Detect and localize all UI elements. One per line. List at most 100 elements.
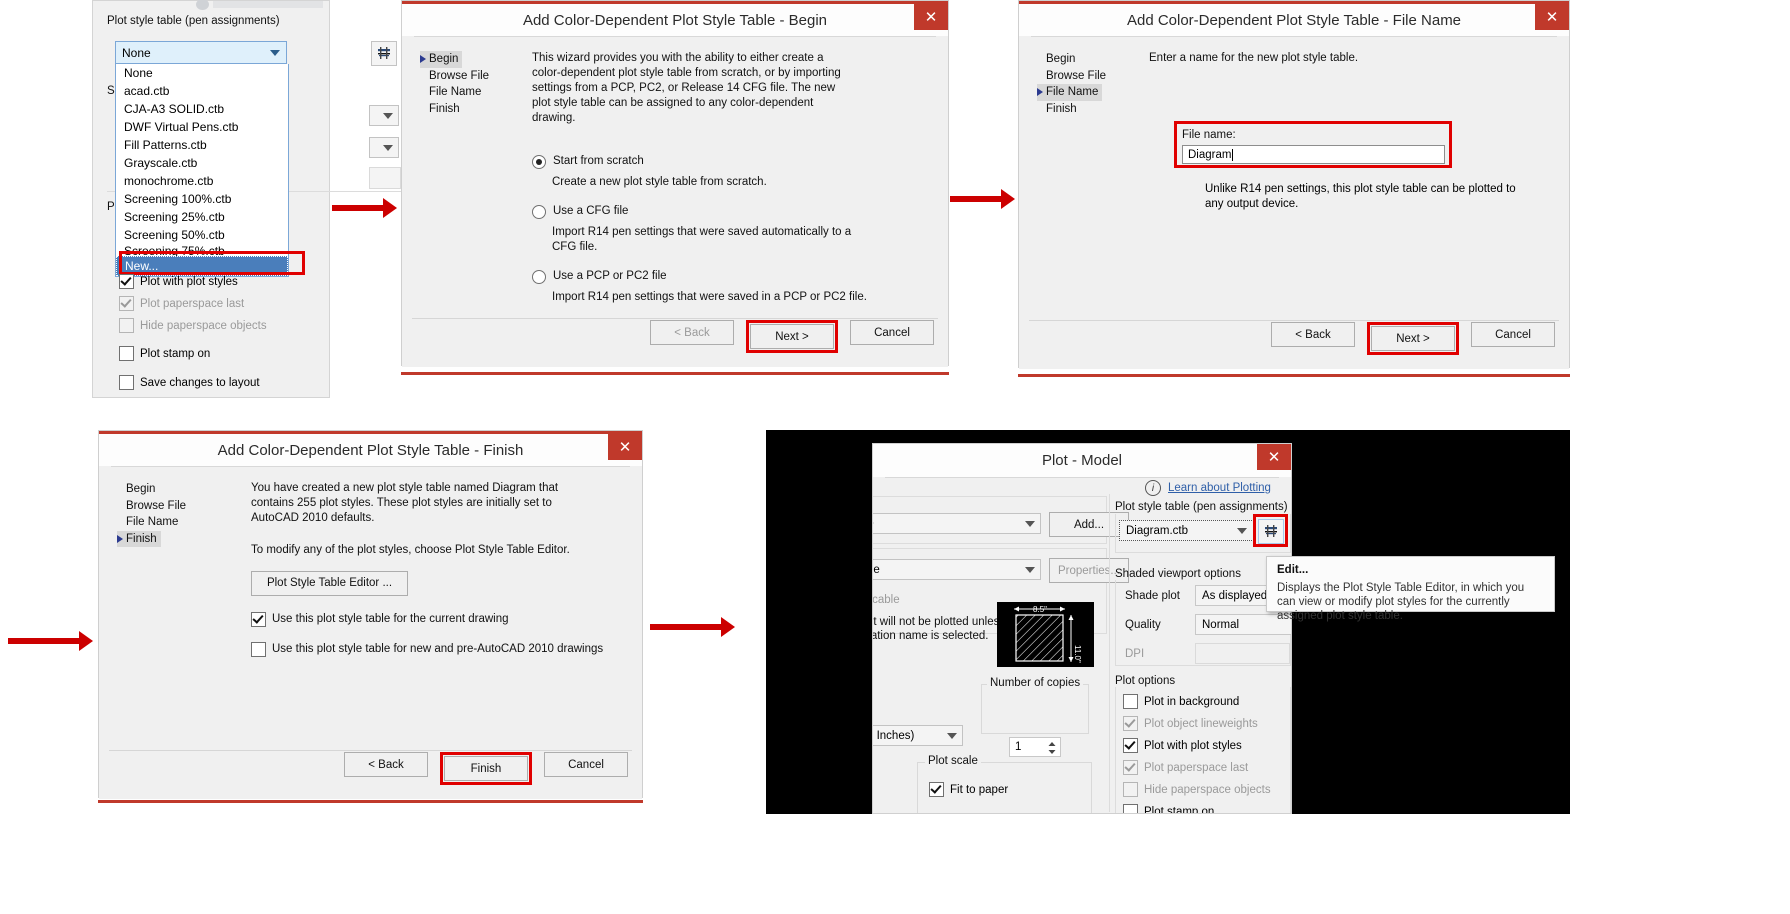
plot-object-lineweights-checkbox[interactable] — [1123, 716, 1138, 731]
next-button[interactable]: Next > — [1371, 326, 1455, 351]
save-changes-to-layout-checkbox[interactable] — [119, 375, 134, 390]
shaded-viewport-title: Shaded viewport options — [1115, 568, 1241, 580]
plot-style-table-value: Diagram.ctb — [1126, 524, 1188, 537]
cancel-button[interactable]: Cancel — [850, 320, 934, 345]
stepper-arrows-icon[interactable] — [1046, 739, 1058, 754]
chevron-down-icon — [1025, 520, 1035, 527]
checkbox-row[interactable]: Plot stamp on — [119, 346, 349, 361]
checkbox-row[interactable]: Plot with plot styles — [119, 274, 349, 289]
plot-in-background-checkbox[interactable] — [1123, 694, 1138, 709]
plot-style-table-combo[interactable]: Diagram.ctb — [1119, 520, 1254, 541]
copies-stepper[interactable]: 1 — [1009, 737, 1061, 757]
plot-style-editor-button[interactable] — [371, 41, 397, 66]
plot-style-option-list[interactable]: None acad.ctb CJA-A3 SOLID.ctb DWF Virtu… — [115, 64, 289, 277]
option-use-pcp-pc2-file[interactable]: Use a PCP or PC2 file — [532, 269, 930, 284]
wizard-step-begin[interactable]: Begin — [420, 51, 463, 68]
checkbox-label: Plot object lineweights — [1144, 717, 1258, 730]
plot-stamp-on-checkbox[interactable] — [119, 346, 134, 361]
plot-paperspace-last-checkbox[interactable] — [1123, 760, 1138, 775]
radio-use-cfg-file[interactable] — [532, 205, 546, 219]
list-item[interactable]: None — [116, 64, 288, 82]
cancel-button[interactable]: Cancel — [1471, 322, 1555, 347]
finish-button[interactable]: Finish — [444, 756, 528, 781]
checkbox-row[interactable]: Plot with plot styles — [1123, 738, 1291, 753]
checkbox-row[interactable]: Plot paperspace last — [119, 296, 349, 311]
wizard-step-browse-file[interactable]: Browse File — [420, 68, 530, 85]
wizard-step-finish[interactable]: Finish — [1037, 101, 1147, 118]
close-icon[interactable]: ✕ — [608, 434, 642, 460]
tooltip-body: Displays the Plot Style Table Editor, in… — [1277, 582, 1525, 622]
hide-paperspace-objects-checkbox[interactable] — [1123, 782, 1138, 797]
checkbox-row[interactable]: Hide paperspace objects — [1123, 782, 1291, 797]
list-item[interactable]: acad.ctb — [116, 82, 288, 100]
list-item[interactable]: Screening 75%.ctb — [116, 244, 288, 257]
option-use-cfg-file[interactable]: Use a CFG file — [532, 204, 930, 219]
file-name-label: File name: — [1182, 129, 1236, 141]
paper-size-combo[interactable]: 0 Inches) — [873, 725, 963, 746]
list-item[interactable]: CJA-A3 SOLID.ctb — [116, 100, 288, 118]
finish-button-highlight: Finish — [440, 752, 532, 785]
checkbox-row[interactable]: Hide paperspace objects — [119, 318, 349, 333]
checkbox-row-new-drawings[interactable]: Use this plot style table for new and pr… — [251, 642, 624, 657]
list-item[interactable]: Grayscale.ctb — [116, 154, 288, 172]
hide-paperspace-objects-checkbox[interactable] — [119, 318, 134, 333]
paper-combo[interactable]: ne — [873, 559, 1041, 580]
printer-combo[interactable]: > — [873, 513, 1041, 534]
fit-to-paper-checkbox[interactable] — [929, 782, 944, 797]
wizard-step-finish[interactable]: Finish — [420, 101, 530, 118]
checkbox-label: Plot stamp on — [1144, 805, 1215, 814]
cancel-button[interactable]: Cancel — [544, 752, 628, 777]
plot-paperspace-last-checkbox[interactable] — [119, 296, 134, 311]
option-start-from-scratch[interactable]: Start from scratch — [532, 154, 930, 169]
fit-to-paper-row[interactable]: Fit to paper — [929, 782, 1008, 797]
list-item[interactable]: monochrome.ctb — [116, 172, 288, 190]
list-item[interactable]: Screening 25%.ctb — [116, 208, 288, 226]
plot-with-plot-styles-checkbox[interactable] — [1123, 738, 1138, 753]
plot-stamp-on-checkbox[interactable] — [1123, 804, 1138, 813]
plot-with-plot-styles-checkbox[interactable] — [119, 274, 134, 289]
wizard-step-browse-file[interactable]: Browse File — [1037, 68, 1147, 85]
use-for-new-drawings-checkbox[interactable] — [251, 642, 266, 657]
quality-combo-stub[interactable] — [369, 137, 399, 158]
wizard-step-browse-file[interactable]: Browse File — [117, 498, 227, 515]
file-name-input[interactable]: Diagram — [1182, 145, 1445, 164]
checkbox-row[interactable]: Plot in background — [1123, 694, 1291, 709]
next-button[interactable]: Next > — [750, 324, 834, 349]
shade-plot-combo-stub[interactable] — [369, 105, 399, 126]
column-divider — [1109, 494, 1110, 812]
list-item[interactable]: DWF Virtual Pens.ctb — [116, 118, 288, 136]
checkbox-row[interactable]: Plot paperspace last — [1123, 760, 1291, 775]
wizard-step-file-name[interactable]: File Name — [117, 514, 227, 531]
use-for-current-drawing-checkbox[interactable] — [251, 612, 266, 627]
learn-about-plotting-link[interactable]: Learn about Plotting — [1168, 482, 1271, 494]
wizard-step-file-name[interactable]: File Name — [420, 84, 530, 101]
dialog-title-bar: Add Color-Dependent Plot Style Table - B… — [402, 4, 948, 36]
dialog-title-bar: Add Color-Dependent Plot Style Table - F… — [99, 434, 642, 466]
plot-style-combo[interactable]: None — [115, 41, 287, 64]
plot-style-editor-button[interactable] — [1258, 519, 1284, 544]
plot-style-table-editor-button[interactable]: Plot Style Table Editor ... — [251, 571, 408, 596]
checkbox-row[interactable]: Save changes to layout — [119, 375, 349, 390]
wizard-step-file-name[interactable]: File Name — [1037, 84, 1103, 101]
close-icon[interactable]: ✕ — [1535, 4, 1569, 30]
radio-use-pcp-pc2-file[interactable] — [532, 270, 546, 284]
back-button[interactable]: < Back — [344, 752, 428, 777]
learn-about-plotting-row[interactable]: i Learn about Plotting — [1145, 480, 1271, 496]
back-button[interactable]: < Back — [1271, 322, 1355, 347]
add-plot-style-table-begin-dialog: Add Color-Dependent Plot Style Table - B… — [401, 0, 949, 367]
wizard-step-begin[interactable]: Begin — [117, 481, 227, 498]
radio-start-from-scratch[interactable] — [532, 155, 546, 169]
list-item[interactable]: Screening 100%.ctb — [116, 190, 288, 208]
wizard-step-begin[interactable]: Begin — [1037, 51, 1147, 68]
dialog-title: Add Color-Dependent Plot Style Table - F… — [217, 441, 524, 459]
edit-tooltip: Edit... Displays the Plot Style Table Ed… — [1266, 556, 1555, 622]
list-item[interactable]: Screening 50%.ctb — [116, 226, 288, 244]
checkbox-row[interactable]: Plot object lineweights — [1123, 716, 1291, 731]
checkbox-row-current-drawing[interactable]: Use this plot style table for the curren… — [251, 612, 624, 627]
list-item[interactable]: Fill Patterns.ctb — [116, 136, 288, 154]
close-icon[interactable]: ✕ — [914, 4, 948, 30]
wizard-step-finish[interactable]: Finish — [117, 530, 161, 547]
back-button[interactable]: < Back — [650, 320, 734, 345]
checkbox-row[interactable]: Plot stamp on — [1123, 804, 1291, 814]
close-icon[interactable]: ✕ — [1257, 444, 1291, 470]
